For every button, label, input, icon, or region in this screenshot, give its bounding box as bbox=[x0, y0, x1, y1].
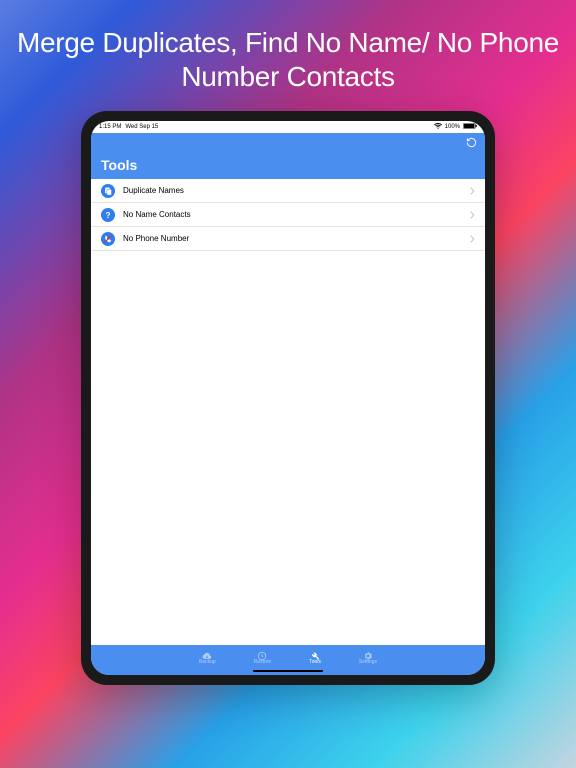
chevron-right-icon bbox=[470, 206, 475, 224]
device-frame: 1:15 PM Wed Sep 15 100% Tools bbox=[81, 111, 495, 685]
tab-label: Backup bbox=[199, 659, 216, 665]
tab-backup[interactable]: Backup bbox=[199, 648, 216, 665]
tools-list: Duplicate Names ? No Name Contacts No P bbox=[91, 179, 485, 645]
tab-bar: Backup Restore Tools Settings bbox=[91, 645, 485, 675]
tab-restore[interactable]: Restore bbox=[254, 648, 272, 665]
duplicate-names-icon bbox=[101, 184, 115, 198]
wifi-icon bbox=[434, 123, 442, 131]
status-battery-pct: 100% bbox=[445, 124, 460, 130]
row-label: Duplicate Names bbox=[123, 186, 462, 195]
row-label: No Phone Number bbox=[123, 234, 462, 243]
tab-label: Tools bbox=[309, 659, 321, 665]
svg-text:?: ? bbox=[106, 211, 111, 220]
tab-settings[interactable]: Settings bbox=[359, 648, 377, 665]
chevron-right-icon bbox=[470, 182, 475, 200]
question-icon: ? bbox=[101, 208, 115, 222]
refresh-icon[interactable] bbox=[466, 135, 477, 153]
status-bar: 1:15 PM Wed Sep 15 100% bbox=[91, 121, 485, 133]
status-date: Wed Sep 15 bbox=[125, 124, 158, 130]
promo-headline: Merge Duplicates, Find No Name/ No Phone… bbox=[0, 26, 576, 93]
tab-label: Settings bbox=[359, 659, 377, 665]
restore-icon bbox=[257, 648, 267, 658]
tab-label: Restore bbox=[254, 659, 272, 665]
title-bar: Tools bbox=[91, 155, 485, 179]
tab-tools[interactable]: Tools bbox=[309, 648, 321, 665]
row-no-name-contacts[interactable]: ? No Name Contacts bbox=[91, 203, 485, 227]
settings-icon bbox=[363, 648, 373, 658]
nav-bar bbox=[91, 133, 485, 155]
device-screen: 1:15 PM Wed Sep 15 100% Tools bbox=[91, 121, 485, 675]
battery-icon bbox=[463, 123, 477, 131]
row-no-phone-number[interactable]: No Phone Number bbox=[91, 227, 485, 251]
no-phone-icon bbox=[101, 232, 115, 246]
backup-icon bbox=[202, 648, 212, 658]
tools-icon bbox=[310, 648, 320, 658]
status-time: 1:15 PM bbox=[99, 124, 121, 130]
page-title: Tools bbox=[101, 157, 475, 173]
row-duplicate-names[interactable]: Duplicate Names bbox=[91, 179, 485, 203]
home-indicator[interactable] bbox=[253, 670, 323, 673]
chevron-right-icon bbox=[470, 230, 475, 248]
row-label: No Name Contacts bbox=[123, 210, 462, 219]
